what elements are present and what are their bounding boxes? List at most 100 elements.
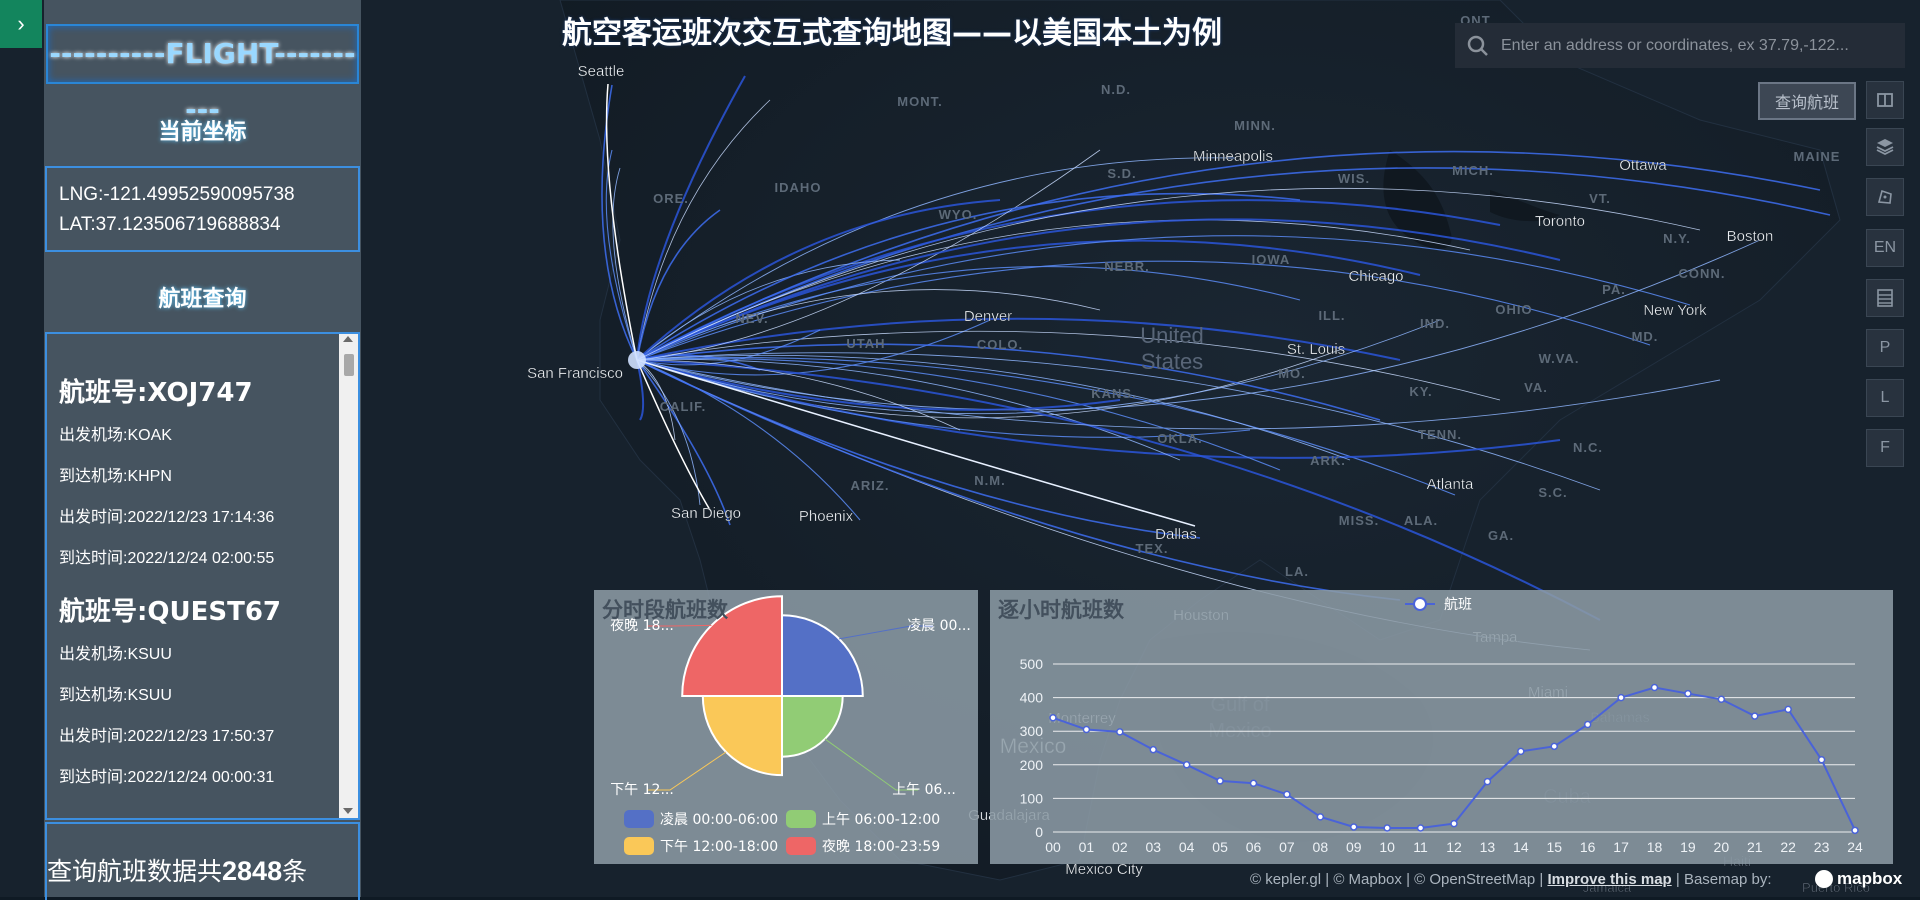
period-flights-chart-panel: 凌晨 00... 上午 06... 下午 12... 夜晚 18... 凌晨 00:00… (594, 590, 978, 864)
x-tick-label: 22 (1780, 839, 1796, 855)
map-state-label: VA. (1524, 380, 1548, 395)
map-state-label: COLO. (977, 337, 1023, 352)
total-prefix: 查询航班数据共 (47, 858, 223, 886)
draw-button[interactable] (1866, 178, 1904, 216)
chevron-right-icon: › (17, 11, 25, 36)
pie-legend-swatch (624, 810, 654, 828)
series-point (1350, 823, 1358, 831)
pie-legend-label: 夜晚 18:00-23:59 (822, 839, 940, 855)
query-section-title: 航班查询 (158, 287, 247, 312)
x-tick-label: 03 (1145, 839, 1161, 855)
total-count: 2848 (222, 856, 283, 886)
x-tick-label: 00 (1045, 839, 1061, 855)
x-tick-label: 14 (1513, 839, 1529, 855)
series-point (1416, 824, 1425, 832)
map-state-label: LA. (1285, 564, 1309, 579)
geocoder-search[interactable] (1455, 23, 1905, 68)
map-state-label: CALIF. (660, 399, 706, 414)
map-city-label: Ottawa (1619, 157, 1667, 174)
period-flights-chart[interactable]: 凌晨 00...上午 06...下午 12...夜晚 18...凌晨 00:00… (594, 590, 978, 864)
query-flight-button[interactable]: 查询航班 (1758, 82, 1856, 120)
total-count-box: 查询航班数据共2848条 (45, 822, 360, 900)
map-city-label: San Diego (671, 505, 741, 522)
flight-list[interactable]: 航班号:XOJ747 出发机场:KOAK 到达机场:KHPN 出发时间:2022… (45, 332, 360, 820)
improve-map-link[interactable]: Improve this map (1548, 871, 1672, 888)
x-tick-label: 05 (1212, 839, 1228, 855)
x-tick-label: 24 (1847, 839, 1863, 855)
series-point (1116, 728, 1124, 736)
series-point (1149, 745, 1157, 754)
x-tick-label: 13 (1480, 839, 1496, 855)
series-point (1249, 779, 1258, 788)
map-city-label: Toronto (1535, 213, 1585, 230)
x-tick-label: 04 (1179, 839, 1195, 855)
map-state-label: KANS. (1091, 386, 1136, 401)
series-point (1182, 761, 1191, 769)
legend-button[interactable] (1866, 279, 1904, 317)
draw-polygon-icon (1877, 189, 1892, 204)
dep-time: 出发时间:2022/12/23 17:50:37 (59, 728, 275, 745)
map-state-label: ARK. (1310, 453, 1346, 468)
x-tick-label: 19 (1680, 839, 1696, 855)
map-state-label: WYO. (939, 207, 978, 222)
map-city-label: United (1140, 323, 1204, 348)
map-city-label: Denver (964, 308, 1012, 325)
hourly-flights-chart[interactable]: 0 100 200 300 400 500 00 01 02 03 04 05 06 07 08 09 10 11… (990, 590, 1893, 864)
x-tick-label: 17 (1613, 839, 1629, 855)
coord-section-title: 当前坐标 (158, 120, 247, 145)
flight-list-scrollbar[interactable] (339, 334, 358, 818)
sidebar: ----------FLIGHT---------- 当前坐标 LNG:-121… (44, 0, 361, 900)
dep-airport: 出发机场:KSUU (59, 646, 172, 663)
arr-time: 到达时间:2022/12/24 02:00:55 (59, 550, 275, 567)
l-button[interactable]: L (1866, 379, 1904, 417)
series-point (1784, 705, 1792, 714)
scroll-thumb[interactable] (344, 354, 354, 376)
x-tick-label: 21 (1747, 839, 1763, 855)
flight-list-content: 航班号:XOJ747 出发机场:KOAK 到达机场:KHPN 出发时间:2022… (47, 334, 341, 818)
page-title: 航空客运班次交互式查询地图——以美国本土为例 (562, 16, 1222, 51)
language-button[interactable]: EN (1866, 229, 1904, 267)
mapbox-logo[interactable]: mapbox (1815, 869, 1902, 889)
f-button[interactable]: F (1866, 429, 1904, 467)
map-city-label: Minneapolis (1193, 148, 1273, 165)
map-state-label: MAINE (1794, 149, 1841, 164)
split-map-button[interactable] (1866, 81, 1904, 119)
x-tick-label: 15 (1546, 839, 1562, 855)
legend-icon (1877, 289, 1893, 307)
p-button[interactable]: P (1866, 329, 1904, 367)
x-tick-label: 23 (1814, 839, 1830, 855)
hourly-flights-chart-panel: 0 100 200 300 400 500 00 01 02 03 04 05 06 07 08 09 10 11… (990, 590, 1893, 864)
mapbox-logo-text: mapbox (1837, 869, 1903, 888)
series-point (1817, 756, 1826, 764)
map-state-label: MISS. (1339, 513, 1379, 528)
map-state-label: N.C. (1573, 440, 1603, 455)
x-tick-label: 12 (1446, 839, 1462, 855)
sidebar-toggle-button[interactable]: › (0, 0, 42, 48)
flight-number: 航班号:XOJ747 (59, 378, 253, 408)
scroll-down-arrow-icon[interactable] (343, 808, 353, 814)
layers-icon (1876, 139, 1894, 156)
origin-hub-marker (628, 351, 646, 369)
x-tick-label: 18 (1647, 839, 1663, 855)
pie-legend-swatch (786, 837, 816, 855)
map-state-label: GA. (1488, 528, 1514, 543)
scroll-up-arrow-icon[interactable] (343, 336, 353, 342)
pie-legend-label: 凌晨 00:00-06:00 (660, 812, 778, 828)
y-tick-label: 500 (1020, 656, 1044, 672)
pie-legend-label: 下午 12:00-18:00 (660, 839, 778, 855)
map-state-label: S.C. (1538, 485, 1567, 500)
map-state-label: CONN. (1679, 266, 1726, 281)
series-point (1049, 714, 1057, 722)
x-tick-label: 09 (1346, 839, 1362, 855)
map-state-label: W.VA. (1539, 351, 1580, 366)
series-point (1283, 790, 1291, 799)
series-point (1617, 693, 1625, 702)
line-legend-label: 航班 (1444, 597, 1472, 613)
map-state-label: MONT. (897, 94, 942, 109)
search-input[interactable] (1501, 36, 1881, 55)
layers-button[interactable] (1866, 128, 1904, 166)
map-state-label: N.D. (1101, 82, 1131, 97)
x-tick-label: 06 (1246, 839, 1262, 855)
x-tick-label: 02 (1112, 839, 1128, 855)
x-tick-label: 11 (1413, 839, 1428, 855)
